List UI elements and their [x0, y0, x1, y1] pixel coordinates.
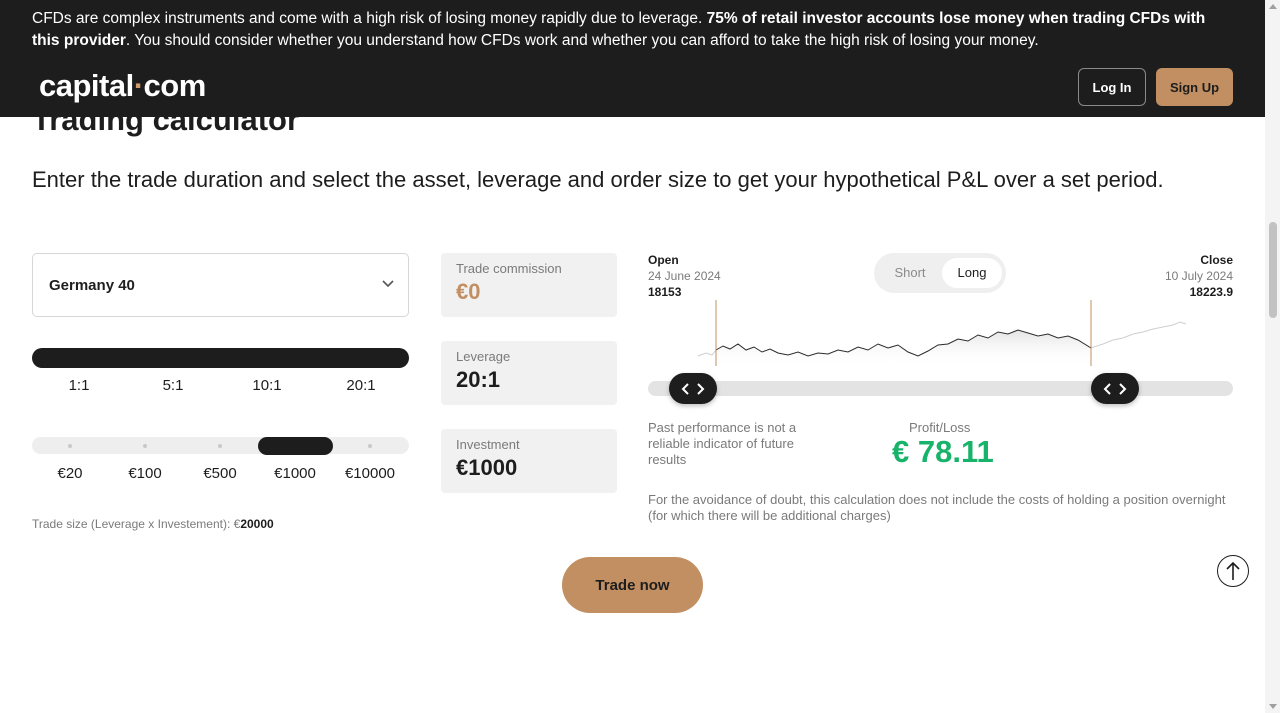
signup-button[interactable]: Sign Up	[1156, 68, 1233, 106]
short-option[interactable]: Short	[880, 258, 940, 288]
investment-option[interactable]: €20	[57, 465, 82, 482]
chevron-left-right-icon	[1103, 382, 1127, 395]
trade-size-label: Trade size (Leverage x Investement): €	[32, 517, 241, 531]
close-date: 10 July 2024	[1164, 269, 1233, 283]
leverage-label: Leverage	[456, 349, 511, 364]
investment-option[interactable]: €100	[128, 465, 161, 482]
close-label: Close	[1200, 253, 1233, 267]
slider-tick	[368, 444, 372, 448]
trade-size-value: 20000	[240, 517, 274, 531]
risk-warning: CFDs are complex instruments and come wi…	[32, 8, 1232, 52]
leverage-option[interactable]: 20:1	[346, 377, 375, 394]
past-performance-note: Past performance is not a reliable indic…	[648, 420, 797, 467]
investment-label: Investment	[456, 437, 520, 452]
open-price: 18153	[648, 285, 682, 299]
long-option[interactable]: Long	[942, 258, 1002, 288]
close-date-handle[interactable]	[1091, 373, 1139, 404]
slider-tick	[218, 444, 222, 448]
trade-size: Trade size (Leverage x Investement): €20…	[32, 517, 274, 531]
chevron-down-icon	[382, 280, 394, 288]
scrollbar-thumb[interactable]	[1269, 222, 1277, 318]
commission-value: €0	[456, 279, 481, 304]
scroll-down-arrow-icon[interactable]	[1269, 704, 1277, 709]
logo-dot: ·	[133, 68, 144, 103]
capital-logo[interactable]: capital·com	[39, 68, 206, 104]
leverage-option[interactable]: 10:1	[252, 377, 281, 394]
commission-label: Trade commission	[456, 261, 562, 276]
leverage-option[interactable]: 1:1	[69, 377, 90, 394]
slider-tick	[68, 444, 72, 448]
chevron-left-right-icon	[681, 382, 705, 395]
direction-toggle[interactable]: Short Long	[874, 253, 1006, 293]
logo-text-right: com	[143, 68, 207, 103]
open-info: Open 24 June 2024 18153	[648, 252, 721, 300]
scroll-up-arrow-icon[interactable]	[1269, 4, 1277, 9]
login-button[interactable]: Log In	[1078, 68, 1146, 106]
logo-text-left: capital	[39, 68, 134, 103]
investment-box: Investment €1000	[441, 429, 617, 493]
top-header: CFDs are complex instruments and come wi…	[0, 0, 1265, 117]
investment-option[interactable]: €1000	[274, 465, 316, 482]
open-date-handle[interactable]	[669, 373, 717, 404]
investment-option[interactable]: €500	[203, 465, 236, 482]
investment-option[interactable]: €10000	[345, 465, 395, 482]
page-scrollbar[interactable]	[1265, 0, 1280, 713]
risk-text-2: . You should consider whether you unders…	[125, 32, 1039, 49]
chart-line-faded-right	[1090, 321, 1187, 349]
investment-slider-thumb[interactable]	[258, 437, 333, 455]
investment-slider[interactable]	[32, 437, 409, 454]
slider-tick	[143, 444, 147, 448]
leverage-box: Leverage 20:1	[441, 341, 617, 405]
leverage-slider[interactable]	[32, 348, 409, 368]
profit-loss-value: € 78.11	[892, 434, 994, 469]
investment-value: €1000	[456, 455, 518, 480]
profit-loss-label: Profit/Loss	[909, 420, 971, 435]
price-chart	[697, 300, 1187, 366]
arrow-up-icon	[1226, 561, 1240, 580]
leverage-value: 20:1	[456, 367, 501, 392]
asset-select[interactable]: Germany 40	[32, 253, 409, 317]
asset-selected-value: Germany 40	[49, 276, 135, 294]
close-price: 18223.9	[1189, 285, 1233, 299]
date-range-track[interactable]	[648, 381, 1233, 396]
commission-box: Trade commission €0	[441, 253, 617, 317]
close-info: Close 10 July 2024 18223.9	[1165, 252, 1233, 300]
risk-text-1: CFDs are complex instruments and come wi…	[32, 10, 703, 27]
leverage-option[interactable]: 5:1	[163, 377, 184, 394]
open-date: 24 June 2024	[648, 269, 721, 283]
chart-line-faded-left	[697, 349, 717, 357]
costs-disclaimer: For the avoidance of doubt, this calcula…	[648, 492, 1226, 523]
intro-text: Enter the trade duration and select the …	[32, 167, 1164, 192]
open-label: Open	[648, 253, 679, 267]
scroll-to-top-button[interactable]	[1217, 555, 1249, 587]
trade-now-button[interactable]: Trade now	[562, 557, 703, 613]
